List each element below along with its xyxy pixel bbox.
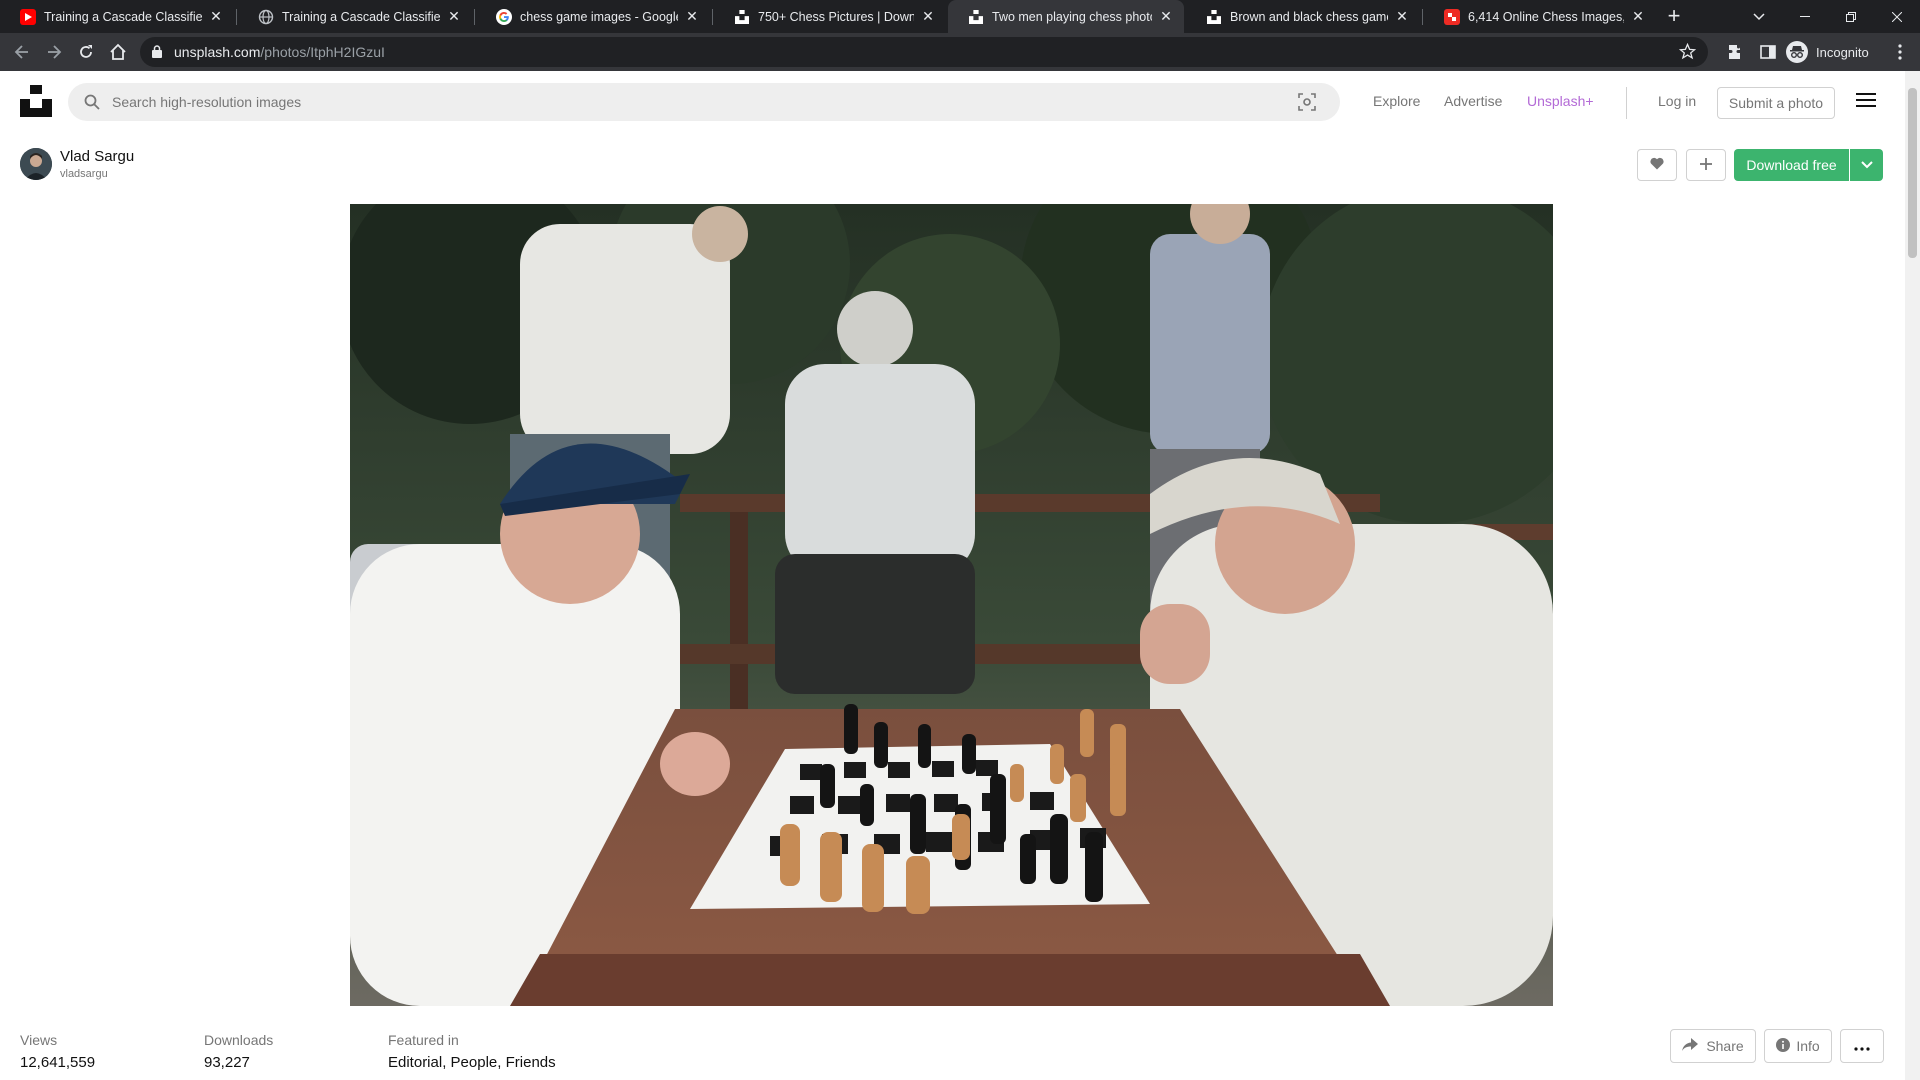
unsplash-icon [968, 9, 984, 25]
info-button[interactable]: Info [1764, 1029, 1832, 1063]
browser-tab-active[interactable]: Two men playing chess photo – ✕ [948, 0, 1184, 33]
featured-list: Editorial, People, Friends [388, 1054, 556, 1071]
back-icon[interactable] [8, 38, 36, 66]
home-icon[interactable] [104, 38, 132, 66]
author-handle[interactable]: vladsargu [60, 168, 108, 180]
info-label: Info [1796, 1038, 1820, 1054]
download-label: Download free [1746, 157, 1837, 173]
views-label: Views [20, 1032, 58, 1048]
downloads-value: 93,227 [204, 1054, 250, 1071]
tab-title: 6,414 Online Chess Images, Stoc [1468, 9, 1624, 24]
views-value: 12,641,559 [20, 1054, 96, 1071]
more-actions-button[interactable] [1840, 1029, 1884, 1063]
close-icon[interactable]: ✕ [446, 8, 462, 25]
browser-tab[interactable]: Brown and black chess game se ✕ [1186, 0, 1420, 33]
google-icon [496, 8, 512, 25]
restore-icon[interactable] [1828, 0, 1874, 33]
login-link[interactable]: Log in [1658, 93, 1696, 109]
close-icon[interactable]: ✕ [1630, 8, 1646, 25]
menu-icon[interactable] [1856, 93, 1876, 109]
new-tab-icon[interactable]: + [1662, 4, 1686, 28]
submit-photo-button[interactable]: Submit a photo [1717, 87, 1835, 119]
more-icon [1854, 1038, 1870, 1054]
page-content: Search high-resolution images Explore Ad… [0, 71, 1905, 1080]
browser-tab[interactable]: chess game images - Google Se ✕ [476, 0, 710, 33]
lock-icon[interactable] [152, 45, 162, 63]
tab-divider [474, 9, 475, 25]
browser-tab-strip: Training a Cascade Classifier - O ✕ Trai… [0, 0, 1920, 33]
address-bar[interactable]: unsplash.com/photos/ItphH2IGzuI [140, 37, 1708, 67]
nav-advertise[interactable]: Advertise [1444, 93, 1502, 109]
extensions-icon[interactable] [1722, 38, 1750, 66]
browser-tab[interactable]: 750+ Chess Pictures | Download ✕ [714, 0, 946, 33]
tab-divider [1422, 9, 1423, 25]
nav-explore[interactable]: Explore [1373, 93, 1420, 109]
tab-divider [712, 9, 713, 25]
tab-search-icon[interactable] [1736, 0, 1782, 33]
tab-title: Training a Cascade Classifier - O [44, 9, 202, 24]
bookmark-star-icon[interactable] [1678, 42, 1697, 65]
globe-icon [258, 9, 274, 25]
browser-tab[interactable]: Training a Cascade Classifier - O ✕ [0, 0, 234, 33]
close-icon[interactable]: ✕ [208, 8, 224, 25]
minimize-icon[interactable] [1782, 0, 1828, 33]
url-path: /photos/ItphH2IGzuI [260, 44, 385, 60]
share-icon [1682, 1038, 1699, 1054]
incognito-profile[interactable]: Incognito [1786, 38, 1869, 66]
info-icon [1776, 1037, 1791, 1055]
incognito-label: Incognito [1816, 44, 1869, 60]
browser-tab[interactable]: 6,414 Online Chess Images, Stoc ✕ [1424, 0, 1656, 33]
nav-unsplash-plus[interactable]: Unsplash+ [1527, 93, 1594, 109]
like-button[interactable] [1637, 149, 1677, 181]
nav-divider [1626, 87, 1627, 119]
tab-title: 750+ Chess Pictures | Download [758, 9, 914, 24]
url-host: unsplash.com [174, 44, 261, 60]
search-bar[interactable]: Search high-resolution images [68, 83, 1340, 121]
featured-link-editorial[interactable]: Editorial [388, 1054, 442, 1071]
unsplash-logo-icon[interactable] [20, 85, 52, 117]
close-icon[interactable]: ✕ [920, 8, 936, 25]
forward-icon[interactable] [40, 38, 68, 66]
heart-icon [1650, 157, 1664, 173]
unsplash-icon [1206, 9, 1222, 25]
main-photo[interactable] [350, 204, 1553, 1006]
avatar[interactable] [20, 148, 52, 180]
youtube-icon [20, 8, 36, 25]
unsplash-icon [734, 9, 750, 25]
plus-icon [1699, 157, 1713, 174]
share-label: Share [1706, 1038, 1744, 1054]
tab-title: Training a Cascade Classifier - Le [282, 9, 440, 24]
featured-link-people[interactable]: People [451, 1054, 498, 1071]
close-icon[interactable]: ✕ [684, 8, 700, 25]
close-icon[interactable]: ✕ [1158, 8, 1174, 25]
download-options-button[interactable] [1850, 149, 1883, 181]
reload-icon[interactable] [72, 38, 100, 66]
side-panel-icon[interactable] [1754, 38, 1782, 66]
visual-search-icon[interactable] [1298, 93, 1316, 116]
featured-label: Featured in [388, 1032, 459, 1048]
browser-menu-icon[interactable] [1886, 38, 1914, 66]
author-name[interactable]: Vlad Sargu [60, 148, 134, 165]
tab-divider [236, 9, 237, 25]
tab-title: Brown and black chess game se [1230, 9, 1388, 24]
downloads-label: Downloads [204, 1032, 274, 1048]
chevron-down-icon [1860, 156, 1873, 174]
download-button[interactable]: Download free [1734, 149, 1849, 181]
url-text: unsplash.com/photos/ItphH2IGzuI [174, 44, 385, 60]
scrollbar-thumb[interactable] [1908, 88, 1917, 258]
featured-link-friends[interactable]: Friends [506, 1054, 556, 1071]
incognito-icon [1786, 41, 1808, 63]
close-window-icon[interactable] [1874, 0, 1920, 33]
shutterstock-icon [1444, 8, 1460, 25]
tab-title: Two men playing chess photo – [992, 9, 1152, 24]
search-icon[interactable] [84, 94, 100, 115]
search-input[interactable]: Search high-resolution images [112, 94, 301, 110]
browser-toolbar: unsplash.com/photos/ItphH2IGzuI Incognit… [0, 33, 1920, 71]
browser-tab[interactable]: Training a Cascade Classifier - Le ✕ [238, 0, 472, 33]
add-to-collection-button[interactable] [1686, 149, 1726, 181]
close-icon[interactable]: ✕ [1394, 8, 1410, 25]
tab-title: chess game images - Google Se [520, 9, 678, 24]
share-button[interactable]: Share [1670, 1029, 1756, 1063]
submit-photo-label: Submit a photo [1728, 95, 1824, 111]
